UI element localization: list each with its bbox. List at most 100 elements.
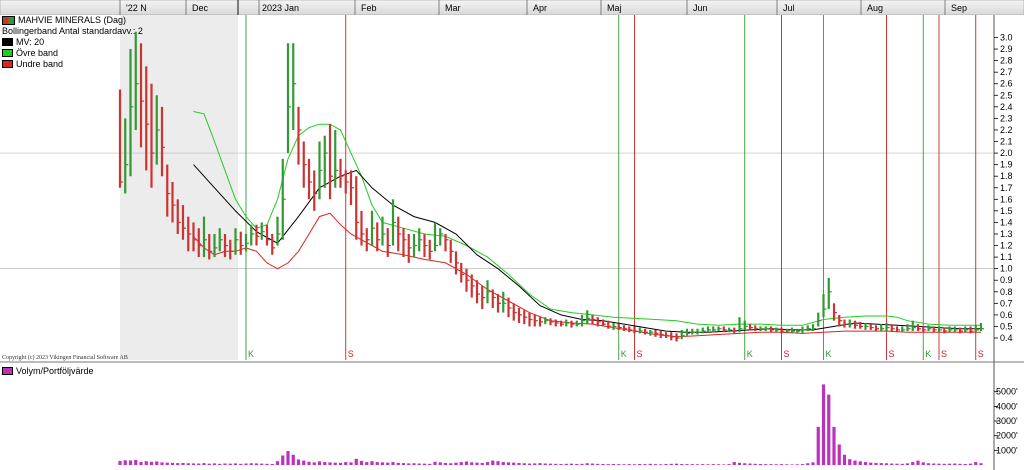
- volume-bar: [895, 463, 899, 465]
- month-label: Maj: [607, 3, 622, 13]
- legend-upper: Övre band: [2, 48, 58, 58]
- volume-bar: [648, 463, 652, 465]
- volume-bar: [139, 462, 143, 465]
- volume-bar: [323, 462, 327, 465]
- legend-volume: Volym/Portföljvärde: [2, 366, 94, 376]
- volume-bar: [365, 462, 369, 465]
- volume-bar: [370, 461, 374, 465]
- volume-bar: [559, 463, 563, 465]
- price-axis-label: 1.7: [1000, 183, 1013, 193]
- volume-bar: [685, 464, 689, 465]
- volume-bar: [790, 464, 794, 465]
- volume-axis-label: 3000': [996, 416, 1018, 426]
- volume-bar: [748, 463, 752, 465]
- month-label: Apr: [533, 3, 547, 13]
- price-axis-label: 2.3: [1000, 113, 1013, 123]
- month-label: Jun: [693, 3, 708, 13]
- volume-bar: [732, 462, 736, 465]
- volume-bar: [795, 464, 799, 465]
- lower-band-swatch-icon: [2, 60, 13, 68]
- price-axis-label: 2.1: [1000, 137, 1013, 147]
- price-axis-label: 0.9: [1000, 275, 1013, 285]
- volume-bar: [344, 462, 348, 465]
- volume-bar: [690, 464, 694, 465]
- volume-bar: [417, 463, 421, 465]
- volume-axis-label: 1000': [996, 445, 1018, 455]
- volume-bar: [932, 463, 936, 465]
- volume-bar: [533, 463, 537, 465]
- volume-bar: [433, 461, 437, 465]
- price-axis-label: 0.8: [1000, 287, 1013, 297]
- volume-bar: [753, 463, 757, 465]
- volume-bar: [554, 463, 558, 465]
- volume-bar: [743, 463, 747, 465]
- volume-bar: [165, 462, 169, 465]
- volume-bar: [349, 462, 353, 465]
- month-label: Mar: [445, 3, 461, 13]
- volume-bar: [569, 463, 574, 465]
- volume-bar: [359, 460, 364, 465]
- volume-bar: [485, 462, 490, 465]
- volume-bar: [816, 426, 820, 465]
- volume-bar: [874, 462, 878, 465]
- volume-bar: [160, 462, 164, 465]
- stock-icon: [2, 15, 15, 25]
- volume-bar: [470, 462, 474, 465]
- volume-bar: [806, 463, 810, 465]
- signal-label: K: [925, 349, 931, 359]
- price-axis-label: 2.7: [1000, 67, 1013, 77]
- volume-bar: [916, 460, 920, 465]
- price-chart-canvas[interactable]: '22 N Dec 2023 Jan Feb Mar Apr Maj Jun Jul Aug Sep…: [0, 0, 1024, 470]
- month-label: Jul: [783, 3, 795, 13]
- volume-axis-label: 4000': [996, 401, 1018, 411]
- month-label: 2023 Jan: [262, 3, 299, 13]
- volume-bar: [527, 463, 532, 465]
- volume-bar: [207, 463, 211, 465]
- volume-bar: [170, 462, 175, 465]
- volume-bar: [848, 459, 852, 465]
- volume-bar: [375, 462, 379, 465]
- volume-bar: [296, 459, 301, 465]
- volume-bar: [837, 444, 841, 465]
- volume-bar: [506, 462, 511, 465]
- volume-bar: [155, 461, 159, 465]
- volume-bar: [270, 463, 274, 465]
- signal-label: S: [889, 349, 895, 359]
- legend-title-text: MAHVIE MINERALS (Dag): [18, 15, 127, 25]
- volume-bar: [244, 463, 248, 465]
- volume-bar: [281, 455, 285, 465]
- volume-bar: [769, 464, 773, 465]
- volume-bar: [317, 461, 322, 465]
- volume-bar: [496, 461, 500, 465]
- volume-bar: [312, 462, 316, 465]
- volume-bar: [123, 460, 127, 465]
- legend-volume-text: Volym/Portföljvärde: [16, 366, 94, 376]
- price-axis-label: 0.5: [1000, 321, 1013, 331]
- volume-bar: [522, 463, 526, 465]
- volume-bar: [842, 454, 847, 465]
- volume-bar: [853, 460, 857, 465]
- volume-bar: [249, 463, 253, 465]
- volume-bar: [590, 463, 595, 465]
- volume-bar: [517, 462, 521, 465]
- volume-bar: [181, 462, 185, 465]
- volume-bar: [737, 462, 742, 465]
- volume-bar: [653, 464, 658, 465]
- volume-bar: [302, 460, 306, 465]
- signal-label: K: [248, 349, 254, 359]
- volume-bar: [879, 463, 883, 465]
- price-axis-label: 0.6: [1000, 310, 1013, 320]
- volume-bar: [727, 464, 731, 465]
- volume-bar: [480, 462, 484, 465]
- volume-bar: [202, 463, 206, 465]
- volume-bar: [401, 463, 406, 465]
- price-axis-label: 3.0: [1000, 33, 1013, 43]
- volume-bar: [144, 461, 148, 465]
- price-axis-label: 2.4: [1000, 102, 1013, 112]
- volume-bar: [186, 463, 190, 465]
- volume-swatch-icon: [2, 367, 13, 375]
- volume-bar: [974, 462, 978, 465]
- volume-bar: [239, 463, 243, 465]
- volume-bar: [212, 463, 217, 465]
- volume-bar: [459, 462, 463, 465]
